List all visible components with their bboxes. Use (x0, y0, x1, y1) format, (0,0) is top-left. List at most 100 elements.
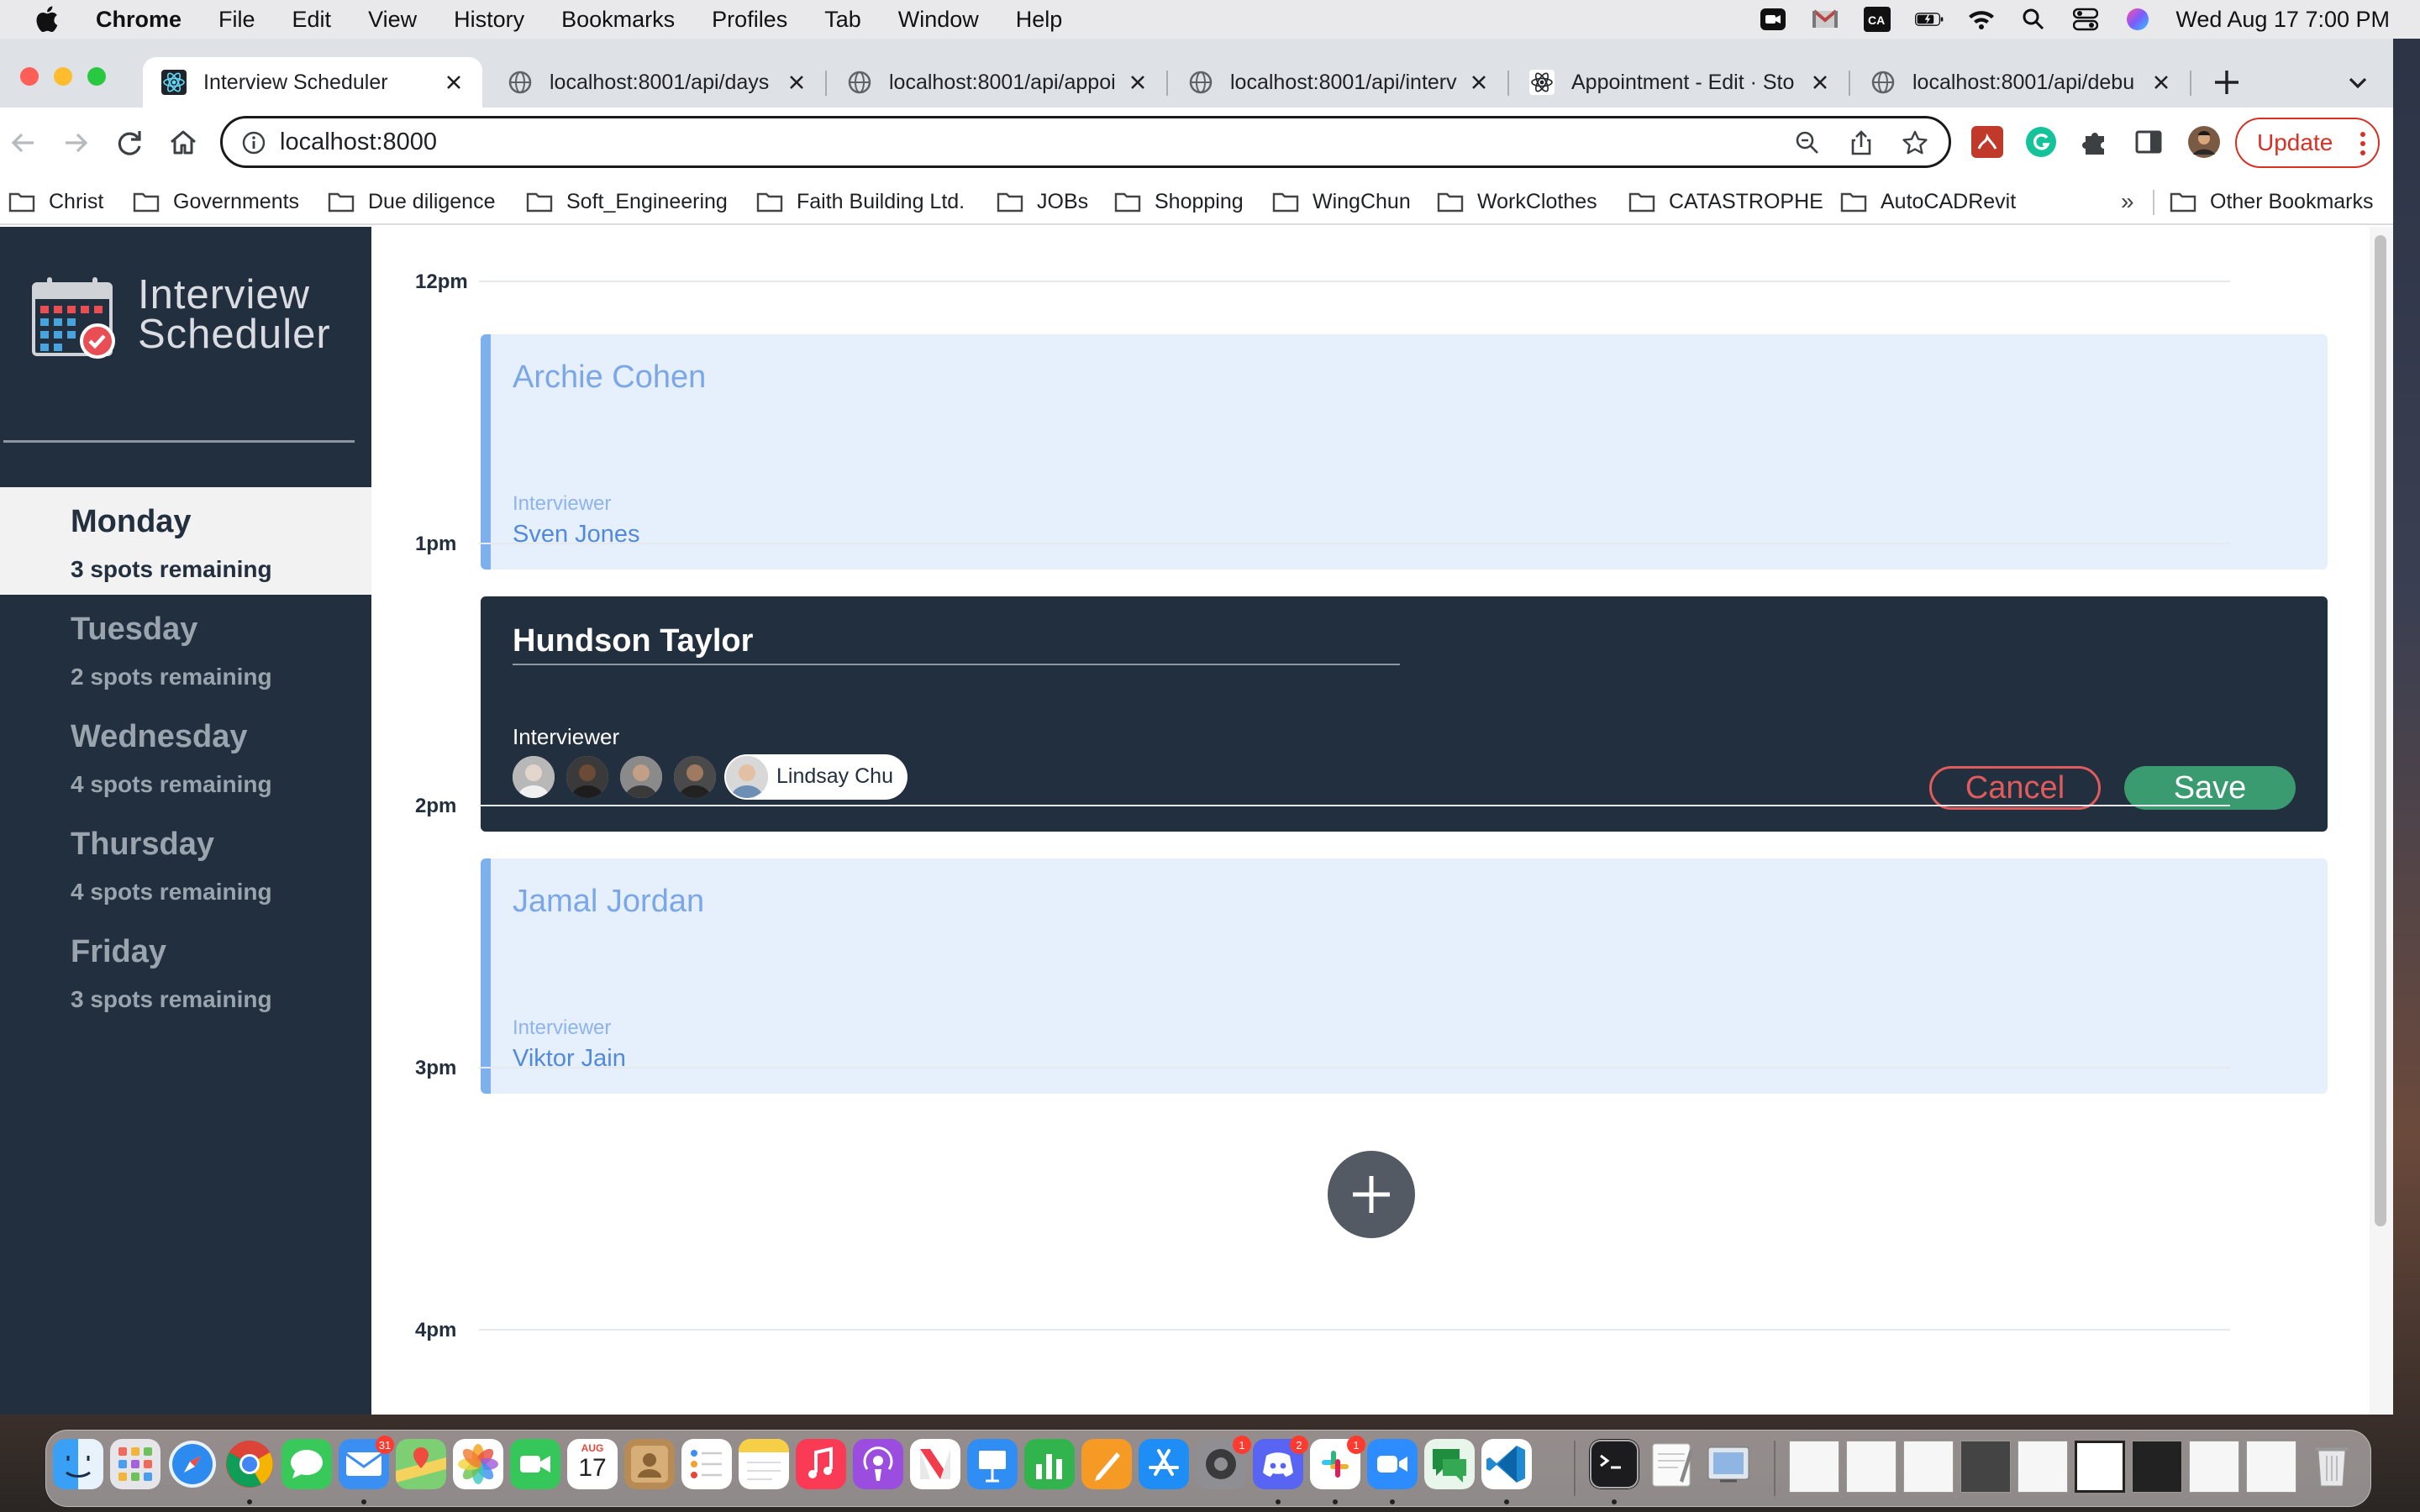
forward-icon[interactable] (57, 124, 94, 161)
vscode-icon[interactable] (1481, 1439, 1532, 1489)
reminders-icon[interactable] (681, 1439, 732, 1489)
menu-app-name[interactable]: Chrome (96, 7, 182, 33)
bookmark-folder[interactable]: WingChun (1272, 186, 1411, 217)
launchpad-icon[interactable] (110, 1439, 160, 1489)
menu-view[interactable]: View (368, 7, 417, 33)
messages-icon[interactable] (281, 1439, 332, 1489)
tab-api-appointments[interactable]: localhost:8001/api/appoi (829, 57, 1166, 108)
bookmark-folder[interactable]: WorkClothes (1437, 186, 1597, 217)
other-bookmarks-folder[interactable]: Other Bookmarks (2170, 186, 2374, 217)
menu-file[interactable]: File (218, 7, 255, 33)
bookmark-folder[interactable]: JOBs (997, 186, 1088, 217)
calendar-icon[interactable]: AUG 17 (567, 1439, 618, 1489)
preview-icon[interactable] (1703, 1439, 1754, 1489)
appointment-card[interactable]: Jamal Jordan Interviewer Viktor Jain (481, 858, 2328, 1094)
clock[interactable]: Wed Aug 17 7:00 PM (2175, 7, 2390, 33)
zoom-window-button[interactable] (87, 67, 106, 86)
interviewer-avatar[interactable] (620, 756, 662, 798)
control-center-icon[interactable] (2071, 7, 2100, 32)
battery-icon[interactable] (1915, 7, 1944, 32)
bookmark-folder[interactable]: AutoCADRevit (1840, 186, 2016, 217)
mail-icon[interactable]: 31 (339, 1436, 394, 1489)
menu-help[interactable]: Help (1016, 7, 1063, 33)
close-icon[interactable] (1128, 72, 1148, 92)
profile-avatar-icon[interactable] (2188, 126, 2220, 158)
apple-icon[interactable] (34, 5, 59, 34)
close-icon[interactable] (1469, 72, 1489, 92)
share-icon[interactable] (1848, 129, 1875, 156)
address-bar[interactable]: localhost:8000 (220, 116, 1951, 168)
day-item-tuesday[interactable]: Tuesday 2 spots remaining (0, 595, 371, 702)
close-icon[interactable] (444, 72, 464, 92)
close-icon[interactable] (1810, 72, 1830, 92)
siri-icon[interactable] (2123, 7, 2152, 32)
reload-icon[interactable] (111, 124, 148, 161)
bookmark-folder[interactable]: Due diligence (328, 186, 496, 217)
chevron-down-icon[interactable] (2344, 69, 2371, 96)
side-panel-icon[interactable] (2133, 126, 2165, 158)
minimized-window-thumbnail[interactable] (2018, 1441, 2068, 1493)
minimized-window-thumbnail[interactable] (2189, 1441, 2239, 1493)
student-name-input[interactable]: Hundson Taylor (513, 618, 1400, 665)
info-icon[interactable] (241, 130, 266, 155)
music-icon[interactable] (796, 1439, 846, 1489)
bookmark-folder[interactable]: CATASTROPHE (1628, 186, 1823, 217)
textedit-icon[interactable] (1646, 1439, 1697, 1489)
close-window-button[interactable] (20, 67, 39, 86)
minimized-window-thumbnail[interactable] (1846, 1441, 1897, 1493)
scrollbar-thumb[interactable] (2375, 235, 2386, 1226)
day-item-wednesday[interactable]: Wednesday 4 spots remaining (0, 702, 371, 810)
menu-tab[interactable]: Tab (824, 7, 861, 33)
safari-icon[interactable] (167, 1439, 218, 1489)
discord-icon[interactable]: 2 (1253, 1436, 1308, 1489)
url-text[interactable]: localhost:8000 (280, 129, 437, 156)
minimized-window-thumbnail[interactable] (2246, 1441, 2296, 1493)
tab-api-days[interactable]: localhost:8001/api/days (489, 57, 825, 108)
slack-icon[interactable]: 1 (1310, 1436, 1365, 1489)
ca-icon[interactable]: CA (1863, 7, 1891, 32)
tab-storybook[interactable]: Appointment - Edit · Sto (1511, 57, 1849, 108)
bookmarks-overflow-button[interactable]: » (2121, 188, 2134, 215)
bookmark-star-icon[interactable] (1902, 129, 1928, 156)
day-item-thursday[interactable]: Thursday 4 spots remaining (0, 810, 371, 917)
new-tab-icon[interactable] (2210, 66, 2244, 99)
google-chat-icon[interactable] (1424, 1439, 1475, 1489)
minimized-window-thumbnail[interactable] (2075, 1441, 2125, 1493)
interviewer-selected[interactable]: Lindsay Chu (724, 754, 908, 800)
gmail-icon[interactable] (1811, 7, 1839, 32)
numbers-icon[interactable] (1024, 1439, 1075, 1489)
photos-icon[interactable] (453, 1439, 503, 1489)
add-appointment-button[interactable] (1328, 1151, 1415, 1238)
minimized-window-thumbnail[interactable] (1960, 1441, 2011, 1493)
interviewer-avatar[interactable] (674, 756, 716, 798)
back-icon[interactable] (5, 124, 42, 161)
appointment-card[interactable]: Archie Cohen Interviewer Sven Jones (481, 334, 2328, 570)
home-icon[interactable] (165, 124, 202, 161)
minimized-window-thumbnail[interactable] (1903, 1441, 1954, 1493)
zoom-out-icon[interactable] (1794, 129, 1821, 156)
podcasts-icon[interactable] (853, 1439, 903, 1489)
tab-api-interviewers[interactable]: localhost:8001/api/interv (1170, 57, 1507, 108)
menu-history[interactable]: History (454, 7, 524, 33)
zoom-icon[interactable] (1367, 1439, 1418, 1489)
minimize-window-button[interactable] (54, 67, 72, 86)
menu-bookmarks[interactable]: Bookmarks (561, 7, 675, 33)
update-button[interactable]: Update (2235, 118, 2380, 168)
close-icon[interactable] (2151, 72, 2171, 92)
save-button[interactable]: Save (2124, 766, 2296, 810)
minimized-window-thumbnail[interactable] (1789, 1441, 1839, 1493)
terminal-icon[interactable] (1589, 1439, 1639, 1489)
news-icon[interactable] (910, 1439, 960, 1489)
menu-window[interactable]: Window (898, 7, 979, 33)
tab-interview-scheduler[interactable]: Interview Scheduler (143, 57, 482, 108)
close-icon[interactable] (786, 72, 807, 92)
cancel-button[interactable]: Cancel (1929, 766, 2101, 810)
search-icon[interactable] (2019, 7, 2048, 32)
keynote-icon[interactable] (967, 1439, 1018, 1489)
interviewer-avatar[interactable] (513, 756, 555, 798)
bookmark-folder[interactable]: Christ (8, 186, 103, 217)
facetime-icon[interactable] (510, 1439, 560, 1489)
day-item-friday[interactable]: Friday 3 spots remaining (0, 917, 371, 1025)
extension-icon-red[interactable] (1971, 126, 2003, 158)
maps-icon[interactable] (396, 1439, 446, 1489)
